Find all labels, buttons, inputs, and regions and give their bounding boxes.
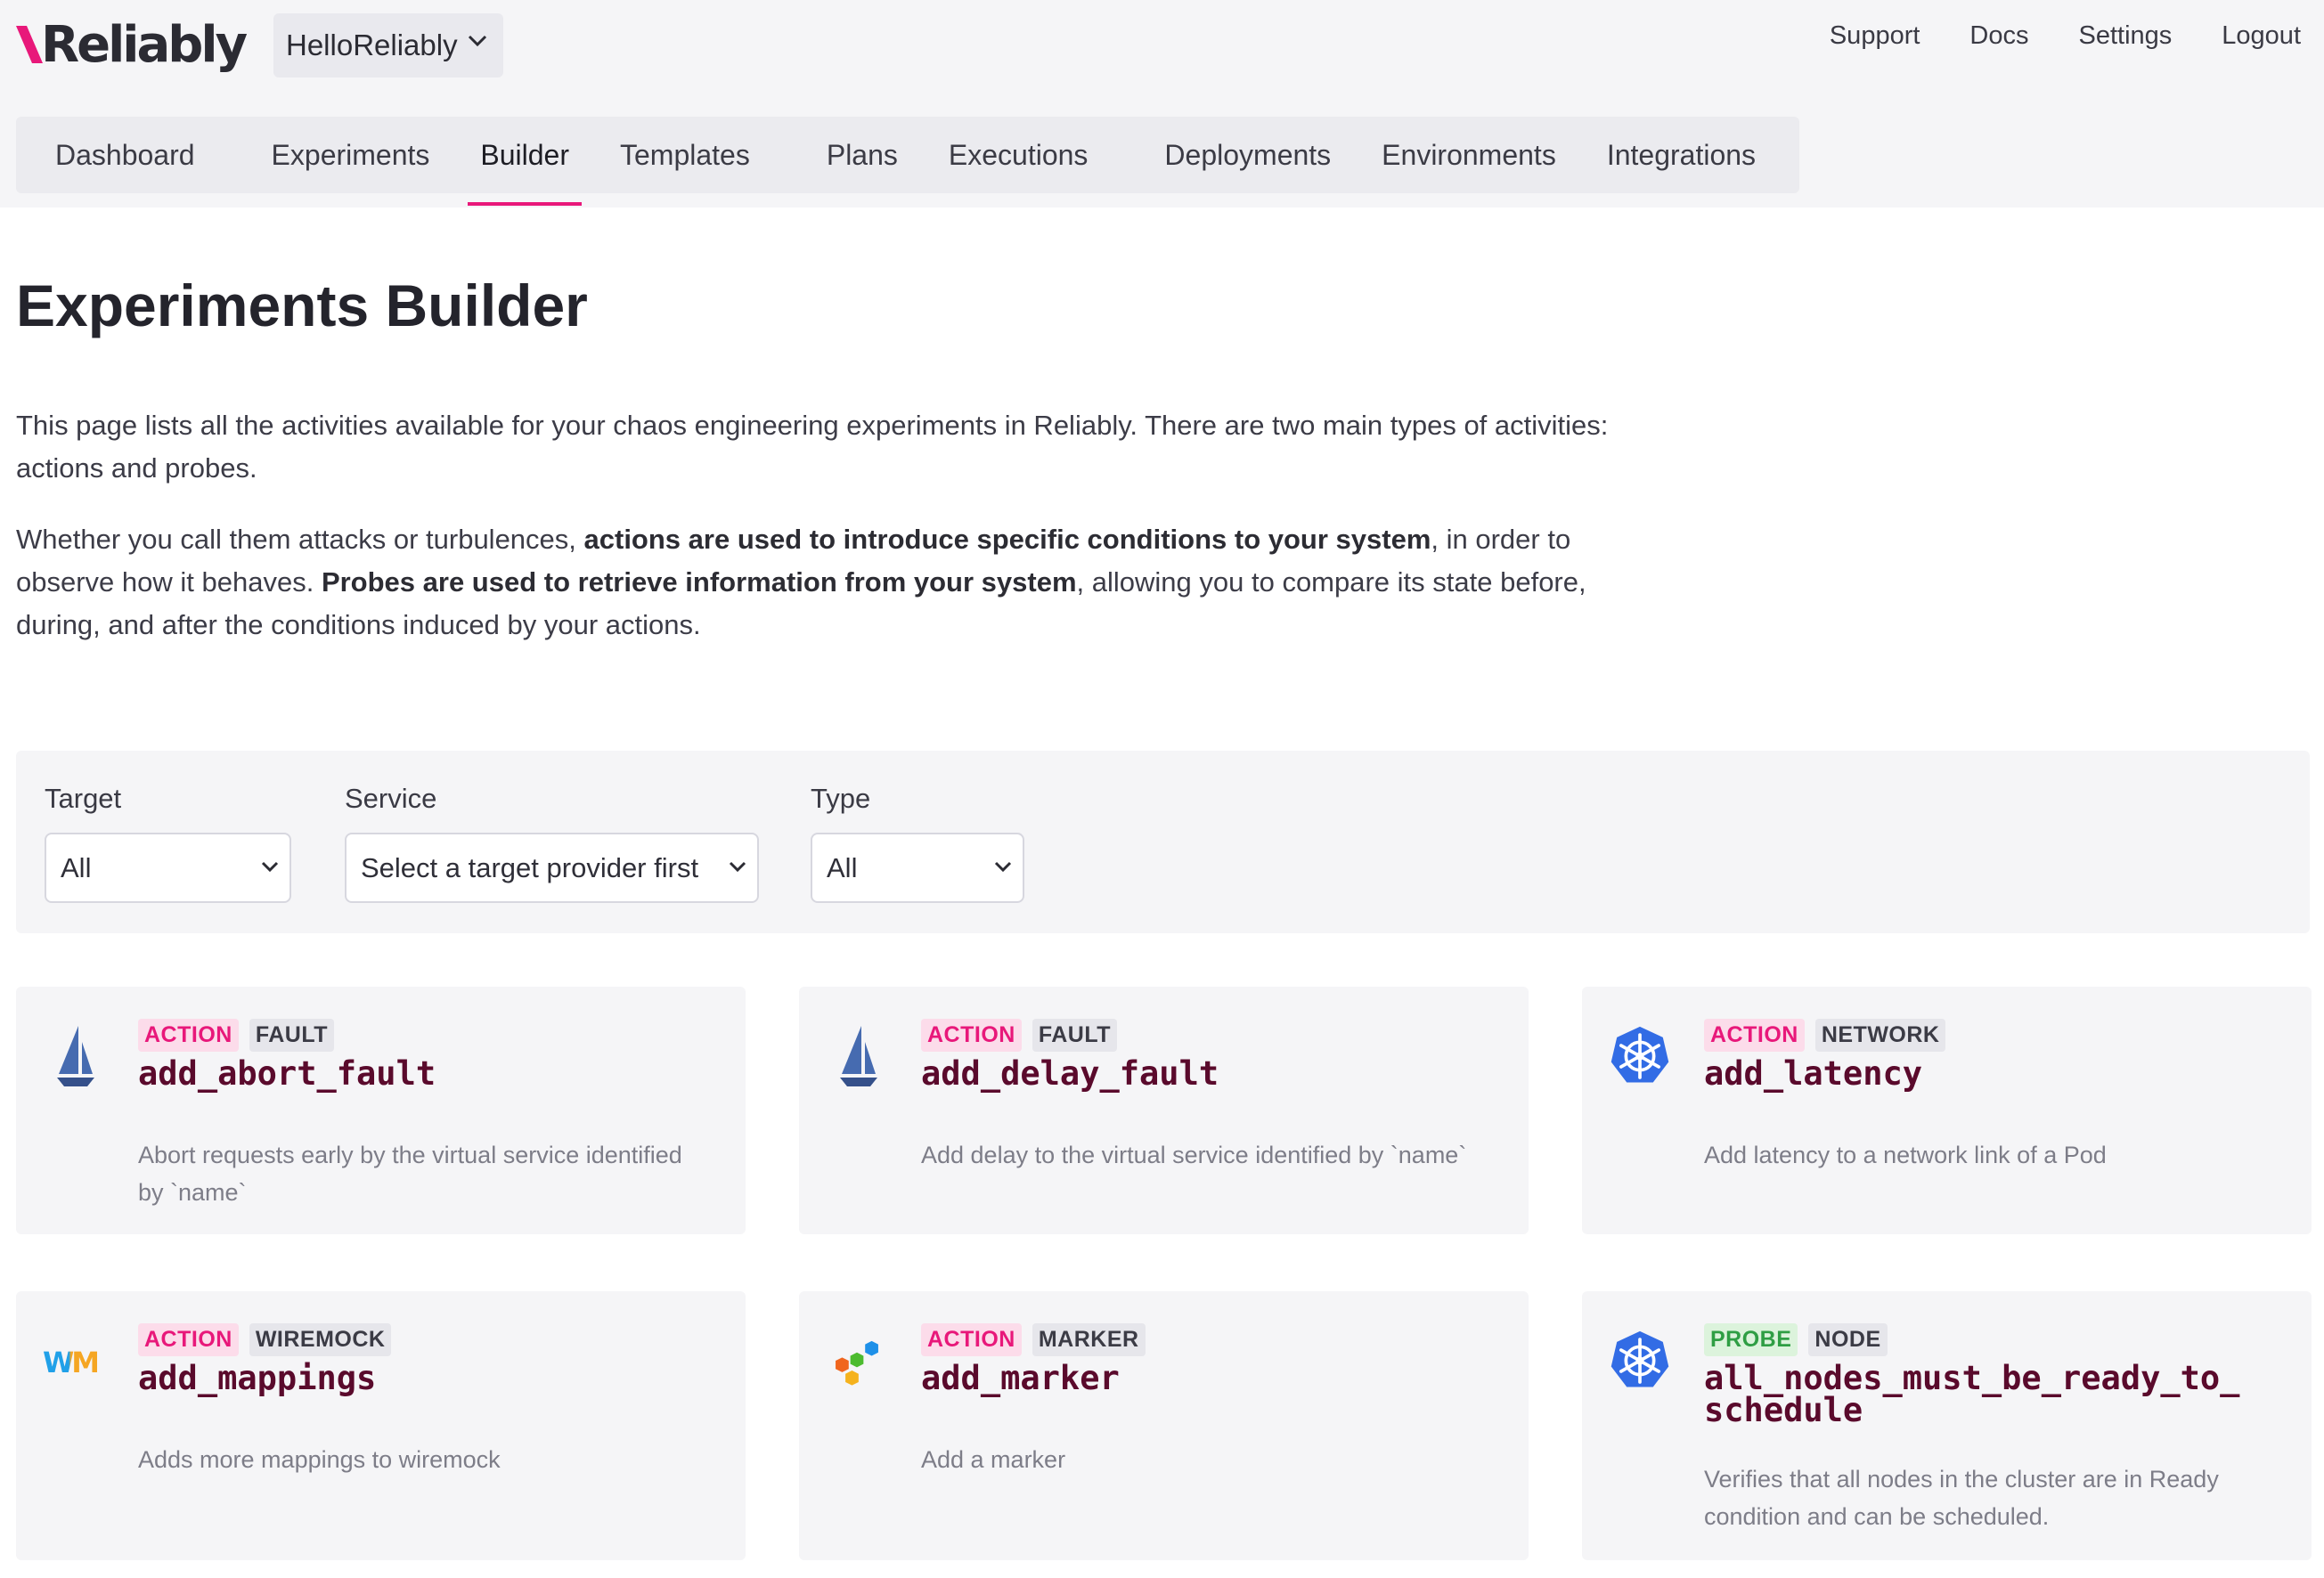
reliably-logo[interactable]: Reliably [16,12,248,77]
organization-select[interactable]: HelloReliably [273,13,503,77]
nav-deployments[interactable]: Deployments [1164,117,1331,193]
logo-mark-icon [16,26,43,63]
wiremock-icon: WM [43,1329,105,1396]
activity-card[interactable]: ACTION FAULT add_abort_fault Abort reque… [16,987,746,1234]
card-tags: PROBE NODE [1704,1323,1888,1356]
activity-card[interactable]: ACTION NETWORK add_latency Add latency t… [1582,987,2312,1234]
type-badge: ACTION [1704,1019,1805,1052]
type-badge: PROBE [1704,1323,1798,1356]
wiremock-logo-text: WM [43,1346,100,1379]
service-value: Select a target provider first [361,851,699,883]
activity-description: Abort requests early by the virtual serv… [138,1142,682,1206]
type-badge: ACTION [921,1323,1022,1356]
chevron-down-icon [261,861,279,873]
logout-link[interactable]: Logout [2222,21,2301,51]
activity-description: Add delay to the virtual service identif… [921,1142,1467,1168]
nav-integrations[interactable]: Integrations [1607,117,1756,193]
intro-bold-text: Probes are used to retrieve information … [321,566,1077,598]
nav-dashboard[interactable]: Dashboard [55,117,195,193]
nav-environments[interactable]: Environments [1382,117,1556,193]
intro-text: Whether you call them attacks or turbule… [16,524,584,555]
nav-experiments[interactable]: Experiments [272,117,430,193]
nav-executions[interactable]: Executions [949,117,1089,193]
activity-name: add_delay_fault [921,1054,1219,1093]
type-badge: ACTION [138,1323,239,1356]
activity-description: Verifies that all nodes in the cluster a… [1704,1466,2219,1530]
logo-text: Reliably [41,15,248,74]
docs-link[interactable]: Docs [1969,21,2028,51]
kubernetes-icon [1610,1026,1669,1083]
kubernetes-icon [1610,1330,1669,1387]
activity-name: add_marker [921,1359,1120,1397]
nav-builder[interactable]: Builder [468,117,582,206]
intro-paragraph: Whether you call them attacks or turbule… [16,518,1619,647]
type-value: All [827,851,858,883]
activity-name: add_mappings [138,1359,377,1397]
filters-panel: Target All Service Select a target provi… [16,751,2310,933]
intro-paragraph: This page lists all the activities avail… [16,410,1609,484]
category-badge: NETWORK [1814,1019,1946,1052]
category-badge: WIREMOCK [249,1323,392,1356]
target-select[interactable]: All [45,833,291,903]
category-badge: MARKER [1032,1323,1146,1356]
activity-name: add_latency [1704,1054,1923,1093]
support-link[interactable]: Support [1830,21,1920,51]
organization-name: HelloReliably [286,28,458,61]
main-nav: Dashboard Experiments Builder Templates … [16,117,1799,206]
page-title: Experiments Builder [16,272,588,338]
type-badge: ACTION [921,1019,1022,1052]
activity-card[interactable]: PROBE NODE all_nodes_must_be_ready_to_ s… [1582,1291,2312,1560]
card-tags: ACTION FAULT [921,1019,1118,1052]
activity-card[interactable]: ACTION MARKER add_marker Add a marker [799,1291,1529,1560]
service-select[interactable]: Select a target provider first [345,833,759,903]
target-label: Target [45,783,122,814]
settings-link[interactable]: Settings [2079,21,2173,51]
service-label: Service [345,783,437,814]
activity-description: Adds more mappings to wiremock [138,1446,501,1473]
activity-card[interactable]: WM ACTION WIREMOCK add_mappings Adds mor… [16,1291,746,1560]
page-intro: This page lists all the activities avail… [16,404,1619,675]
type-select[interactable]: All [811,833,1024,903]
istio-sail-icon [57,1026,94,1086]
category-badge: FAULT [249,1019,335,1052]
target-filter: Target All [45,783,291,903]
chevron-down-icon [468,35,487,47]
card-tags: ACTION FAULT [138,1019,335,1052]
chevron-down-icon [729,861,746,873]
type-badge: ACTION [138,1019,239,1052]
activity-name: add_abort_fault [138,1054,436,1093]
service-filter: Service Select a target provider first [345,783,759,903]
target-value: All [61,851,92,883]
hexagons-icon [836,1340,878,1386]
top-bar: Reliably HelloReliably Support Docs Sett… [0,0,2324,207]
card-tags: ACTION NETWORK [1704,1019,1946,1052]
category-badge: NODE [1808,1323,1888,1356]
card-tags: ACTION MARKER [921,1323,1146,1356]
istio-sail-icon [840,1026,877,1086]
top-links: Support Docs Settings Logout [1830,21,2301,51]
activity-description: Add a marker [921,1446,1066,1473]
intro-bold-text: actions are used to introduce specific c… [583,524,1431,555]
type-filter: Type All [811,783,1024,903]
card-tags: ACTION WIREMOCK [138,1323,392,1356]
category-badge: FAULT [1032,1019,1118,1052]
activity-description: Add latency to a network link of a Pod [1704,1142,2107,1168]
nav-templates[interactable]: Templates [620,117,750,193]
activity-card[interactable]: ACTION FAULT add_delay_fault Add delay t… [799,987,1529,1234]
activity-name: all_nodes_must_be_ready_to_ schedule [1704,1359,2240,1429]
nav-plans[interactable]: Plans [827,117,898,193]
chevron-down-icon [994,861,1012,873]
type-label: Type [811,783,871,814]
